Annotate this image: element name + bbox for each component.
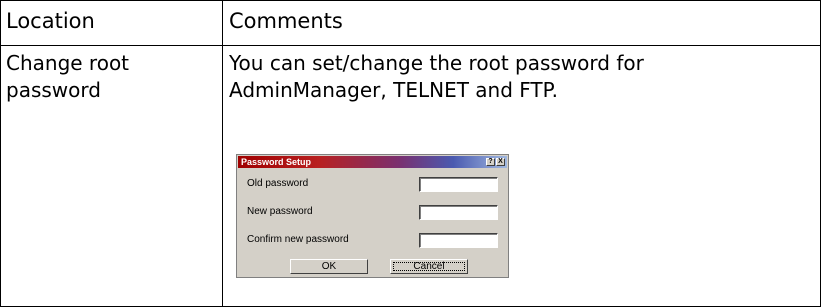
- new-password-input[interactable]: [419, 205, 498, 220]
- old-password-input[interactable]: [419, 177, 498, 192]
- table-border-top: [0, 0, 821, 1]
- help-icon[interactable]: ?: [486, 158, 495, 166]
- table-column-divider: [222, 0, 223, 307]
- ok-button[interactable]: OK: [290, 259, 368, 274]
- confirm-password-label: Confirm new password: [247, 234, 349, 245]
- cancel-button[interactable]: Cancel: [390, 259, 468, 274]
- old-password-label: Old password: [247, 178, 309, 189]
- dialog-title: Password Setup: [241, 157, 312, 167]
- comment-line-2: AdminManager, TELNET and FTP.: [229, 78, 558, 102]
- table-border-left: [0, 0, 1, 307]
- confirm-password-input[interactable]: [419, 233, 498, 248]
- password-setup-dialog: Password Setup ? X Old password New pass…: [236, 154, 509, 278]
- location-line-2: password: [6, 78, 101, 102]
- header-location: Location: [6, 9, 95, 33]
- table-header-divider: [0, 45, 821, 46]
- header-comments: Comments: [229, 9, 343, 33]
- comment-line-1: You can set/change the root password for: [229, 51, 644, 75]
- close-icon[interactable]: X: [496, 158, 505, 166]
- location-line-1: Change root: [6, 51, 130, 75]
- dialog-titlebar: Password Setup ? X: [238, 156, 507, 168]
- document-table: Location Comments Change root password Y…: [0, 0, 821, 307]
- new-password-label: New password: [247, 206, 313, 217]
